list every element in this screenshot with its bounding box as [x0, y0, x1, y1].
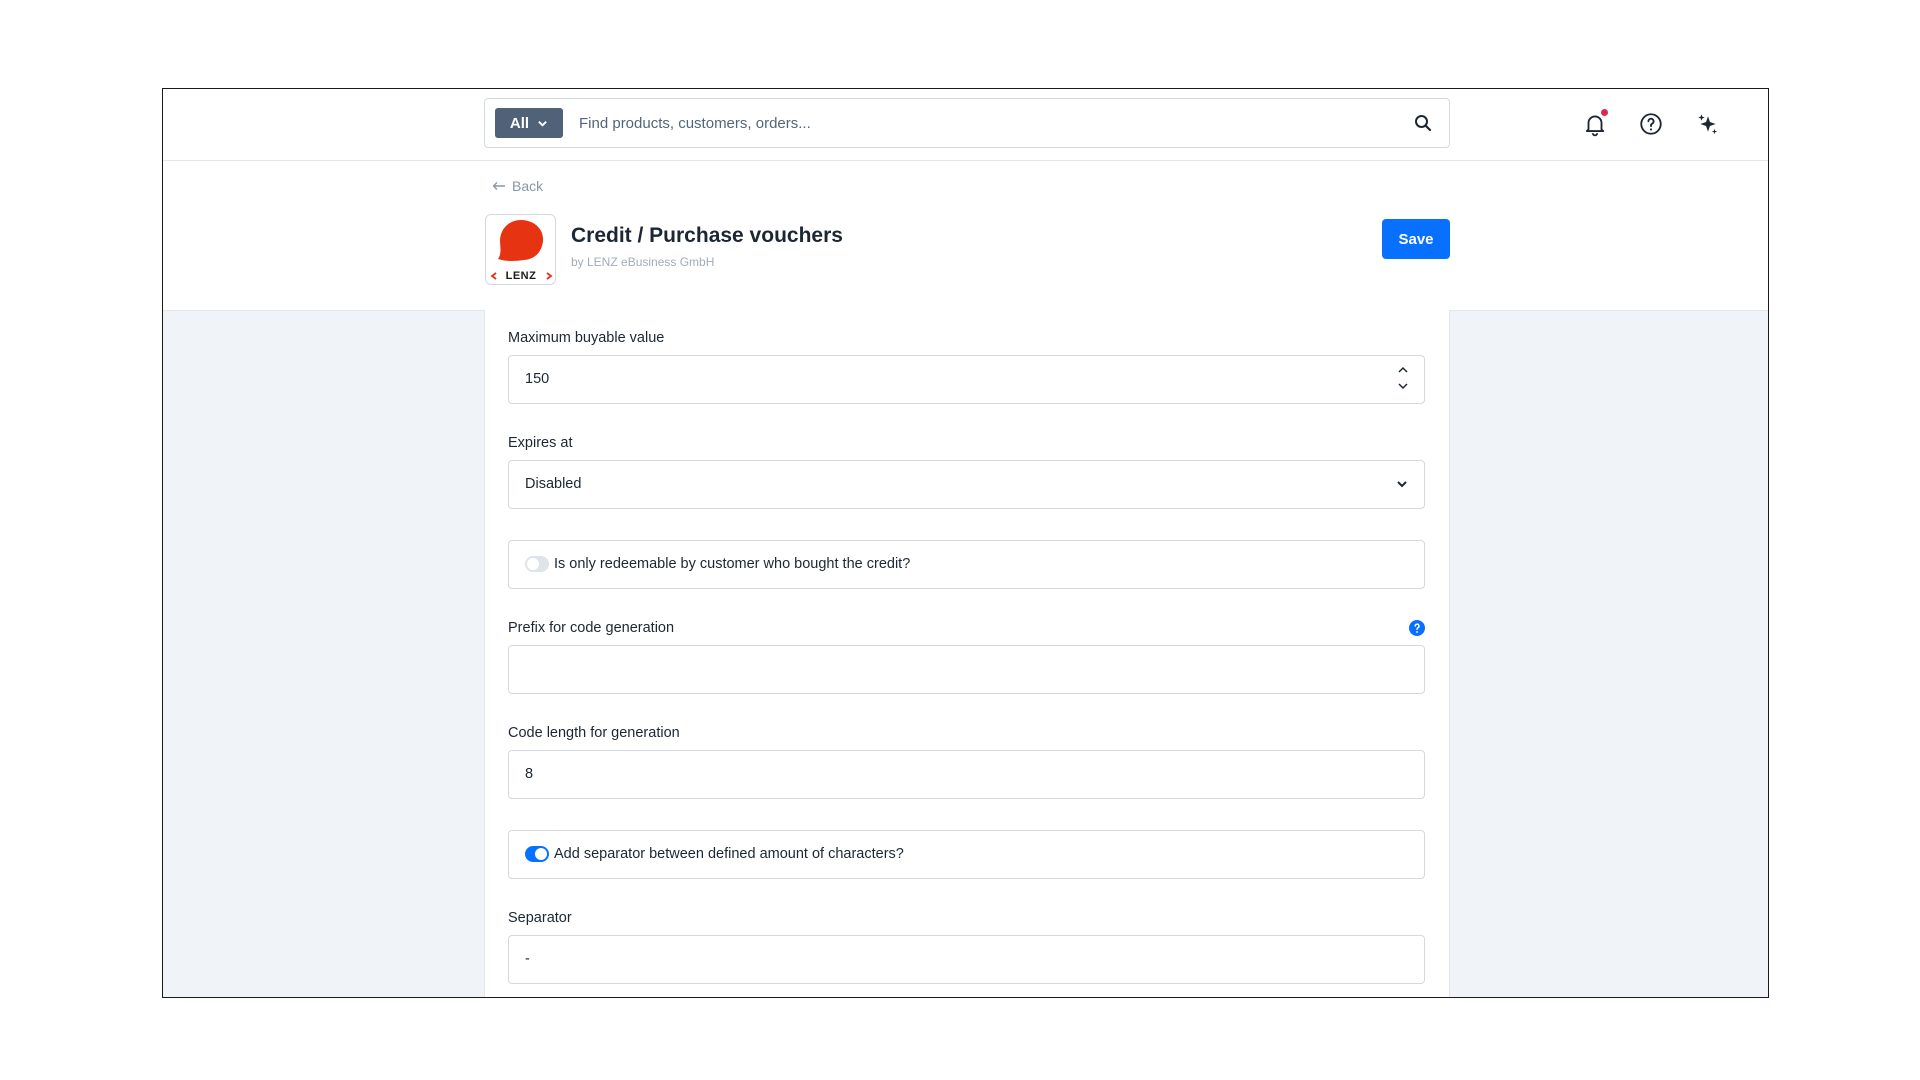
separator-value: -	[525, 951, 530, 967]
info-icon[interactable]	[1409, 620, 1425, 636]
separator-field[interactable]: -	[508, 935, 1425, 984]
back-link[interactable]: Back	[492, 178, 543, 194]
chevron-down-icon[interactable]	[1397, 381, 1409, 391]
prefix-label: Prefix for code generation	[508, 620, 675, 636]
code-length-field[interactable]: 8	[508, 750, 1425, 799]
save-button[interactable]: Save	[1382, 219, 1450, 259]
separator-label: Separator	[508, 910, 572, 926]
back-label: Back	[512, 178, 544, 194]
code-length-label: Code length for generation	[508, 725, 680, 741]
app-vendor: by LENZ eBusiness GmbH	[571, 255, 715, 269]
max-value-label: Maximum buyable value	[508, 330, 665, 346]
search-scope-label: All	[509, 114, 530, 132]
svg-text:LENZ: LENZ	[506, 270, 537, 282]
chevron-up-icon[interactable]	[1397, 365, 1409, 375]
separator-toggle-label: Add separator between defined amount of …	[554, 846, 904, 862]
prefix-input[interactable]	[525, 658, 1375, 682]
global-search: All	[484, 98, 1450, 148]
redeemable-toggle-row: Is only redeemable by customer who bough…	[508, 540, 1425, 589]
search-input[interactable]	[579, 109, 1379, 137]
help-circle-icon	[1640, 113, 1662, 135]
search-icon[interactable]	[1413, 113, 1433, 133]
max-value-value: 150	[525, 371, 550, 387]
arrow-left-icon	[492, 182, 505, 190]
expires-select[interactable]: Disabled	[508, 460, 1425, 509]
ai-assistant-button[interactable]	[1695, 111, 1721, 137]
help-button[interactable]	[1638, 111, 1664, 137]
max-value-field[interactable]: 150	[508, 355, 1425, 404]
lenz-logo-icon: LENZ	[490, 220, 553, 282]
prefix-field	[508, 645, 1425, 694]
search-scope-dropdown[interactable]: All	[495, 108, 563, 138]
notifications-button[interactable]	[1582, 109, 1608, 137]
app-window: All Find products, customers, orders... …	[162, 88, 1769, 998]
notification-dot	[1601, 109, 1608, 116]
chevron-down-icon	[538, 120, 547, 127]
separator-toggle[interactable]	[525, 846, 549, 862]
separator-toggle-row: Add separator between defined amount of …	[508, 830, 1425, 879]
app-logo: LENZ	[485, 214, 556, 285]
top-bar: All	[163, 89, 1768, 161]
sparkles-icon	[1698, 114, 1718, 135]
redeemable-toggle[interactable]	[525, 556, 549, 572]
code-length-value: 8	[525, 766, 534, 782]
number-stepper[interactable]	[1396, 363, 1410, 397]
expires-value: Disabled	[525, 476, 582, 492]
redeemable-toggle-label: Is only redeemable by customer who bough…	[554, 556, 911, 572]
chevron-down-icon	[1397, 481, 1407, 488]
expires-label: Expires at	[508, 435, 573, 451]
page-title: Credit / Purchase vouchers	[571, 224, 843, 247]
